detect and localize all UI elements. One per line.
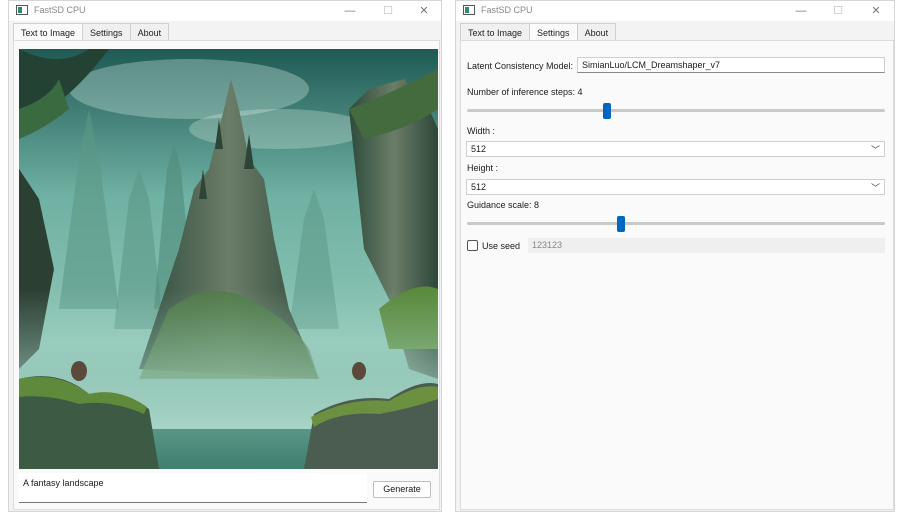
title-bar: FastSD CPU — ☐ ✕	[456, 1, 894, 21]
chevron-down-icon: ﹀	[870, 183, 880, 193]
width-label: Width :	[467, 126, 496, 136]
maximize-icon[interactable]: ☐	[829, 3, 847, 19]
height-value: 512	[471, 182, 487, 192]
fastsd-window-settings: FastSD CPU — ☐ ✕ Text to Image Settings …	[455, 0, 895, 512]
height-label: Height :	[467, 163, 499, 173]
fastsd-window-text-to-image: FastSD CPU — ☐ ✕ Text to Image Settings …	[8, 0, 442, 512]
title-bar: FastSD CPU — ☐ ✕	[9, 1, 441, 21]
height-select[interactable]: 512 ﹀	[466, 179, 885, 195]
app-icon	[463, 5, 475, 15]
inference-steps-slider-thumb[interactable]	[603, 103, 611, 119]
use-seed-checkbox[interactable]	[467, 240, 478, 251]
maximize-icon[interactable]: ☐	[379, 3, 397, 19]
fantasy-landscape-illustration	[19, 49, 438, 469]
use-seed-label: Use seed	[482, 241, 521, 251]
generate-button[interactable]: Generate	[373, 481, 431, 498]
seed-input[interactable]: 123123	[528, 238, 885, 253]
text-to-image-panel: A fantasy landscape Generate	[13, 40, 440, 510]
tab-text-to-image[interactable]: Text to Image	[460, 23, 531, 41]
chevron-down-icon: ﹀	[870, 145, 880, 155]
width-select[interactable]: 512 ﹀	[466, 141, 885, 157]
app-icon	[16, 5, 28, 15]
guidance-scale-label: Guidance scale: 8	[467, 200, 540, 210]
tab-about[interactable]: About	[576, 23, 617, 41]
model-label: Latent Consistency Model:	[467, 61, 574, 71]
settings-panel: Latent Consistency Model: SimianLuo/LCM_…	[460, 40, 894, 510]
width-value: 512	[471, 144, 487, 154]
window-title: FastSD CPU	[34, 5, 86, 15]
tab-about[interactable]: About	[129, 23, 170, 41]
inference-steps-label: Number of inference steps: 4	[467, 87, 583, 97]
tab-bar: Text to Image Settings About	[460, 23, 617, 42]
generated-image	[19, 49, 438, 469]
minimize-icon[interactable]: —	[341, 3, 359, 19]
inference-steps-slider[interactable]	[467, 109, 885, 112]
window-title: FastSD CPU	[481, 5, 533, 15]
guidance-scale-slider-thumb[interactable]	[617, 216, 625, 232]
guidance-scale-slider[interactable]	[467, 222, 885, 225]
prompt-input[interactable]: A fantasy landscape	[19, 473, 367, 503]
minimize-icon[interactable]: —	[792, 3, 810, 19]
tab-settings[interactable]: Settings	[82, 23, 131, 41]
tab-bar: Text to Image Settings About	[13, 23, 170, 42]
close-icon[interactable]: ✕	[415, 3, 433, 19]
model-input[interactable]: SimianLuo/LCM_Dreamshaper_v7	[577, 57, 885, 73]
close-icon[interactable]: ✕	[867, 3, 885, 19]
